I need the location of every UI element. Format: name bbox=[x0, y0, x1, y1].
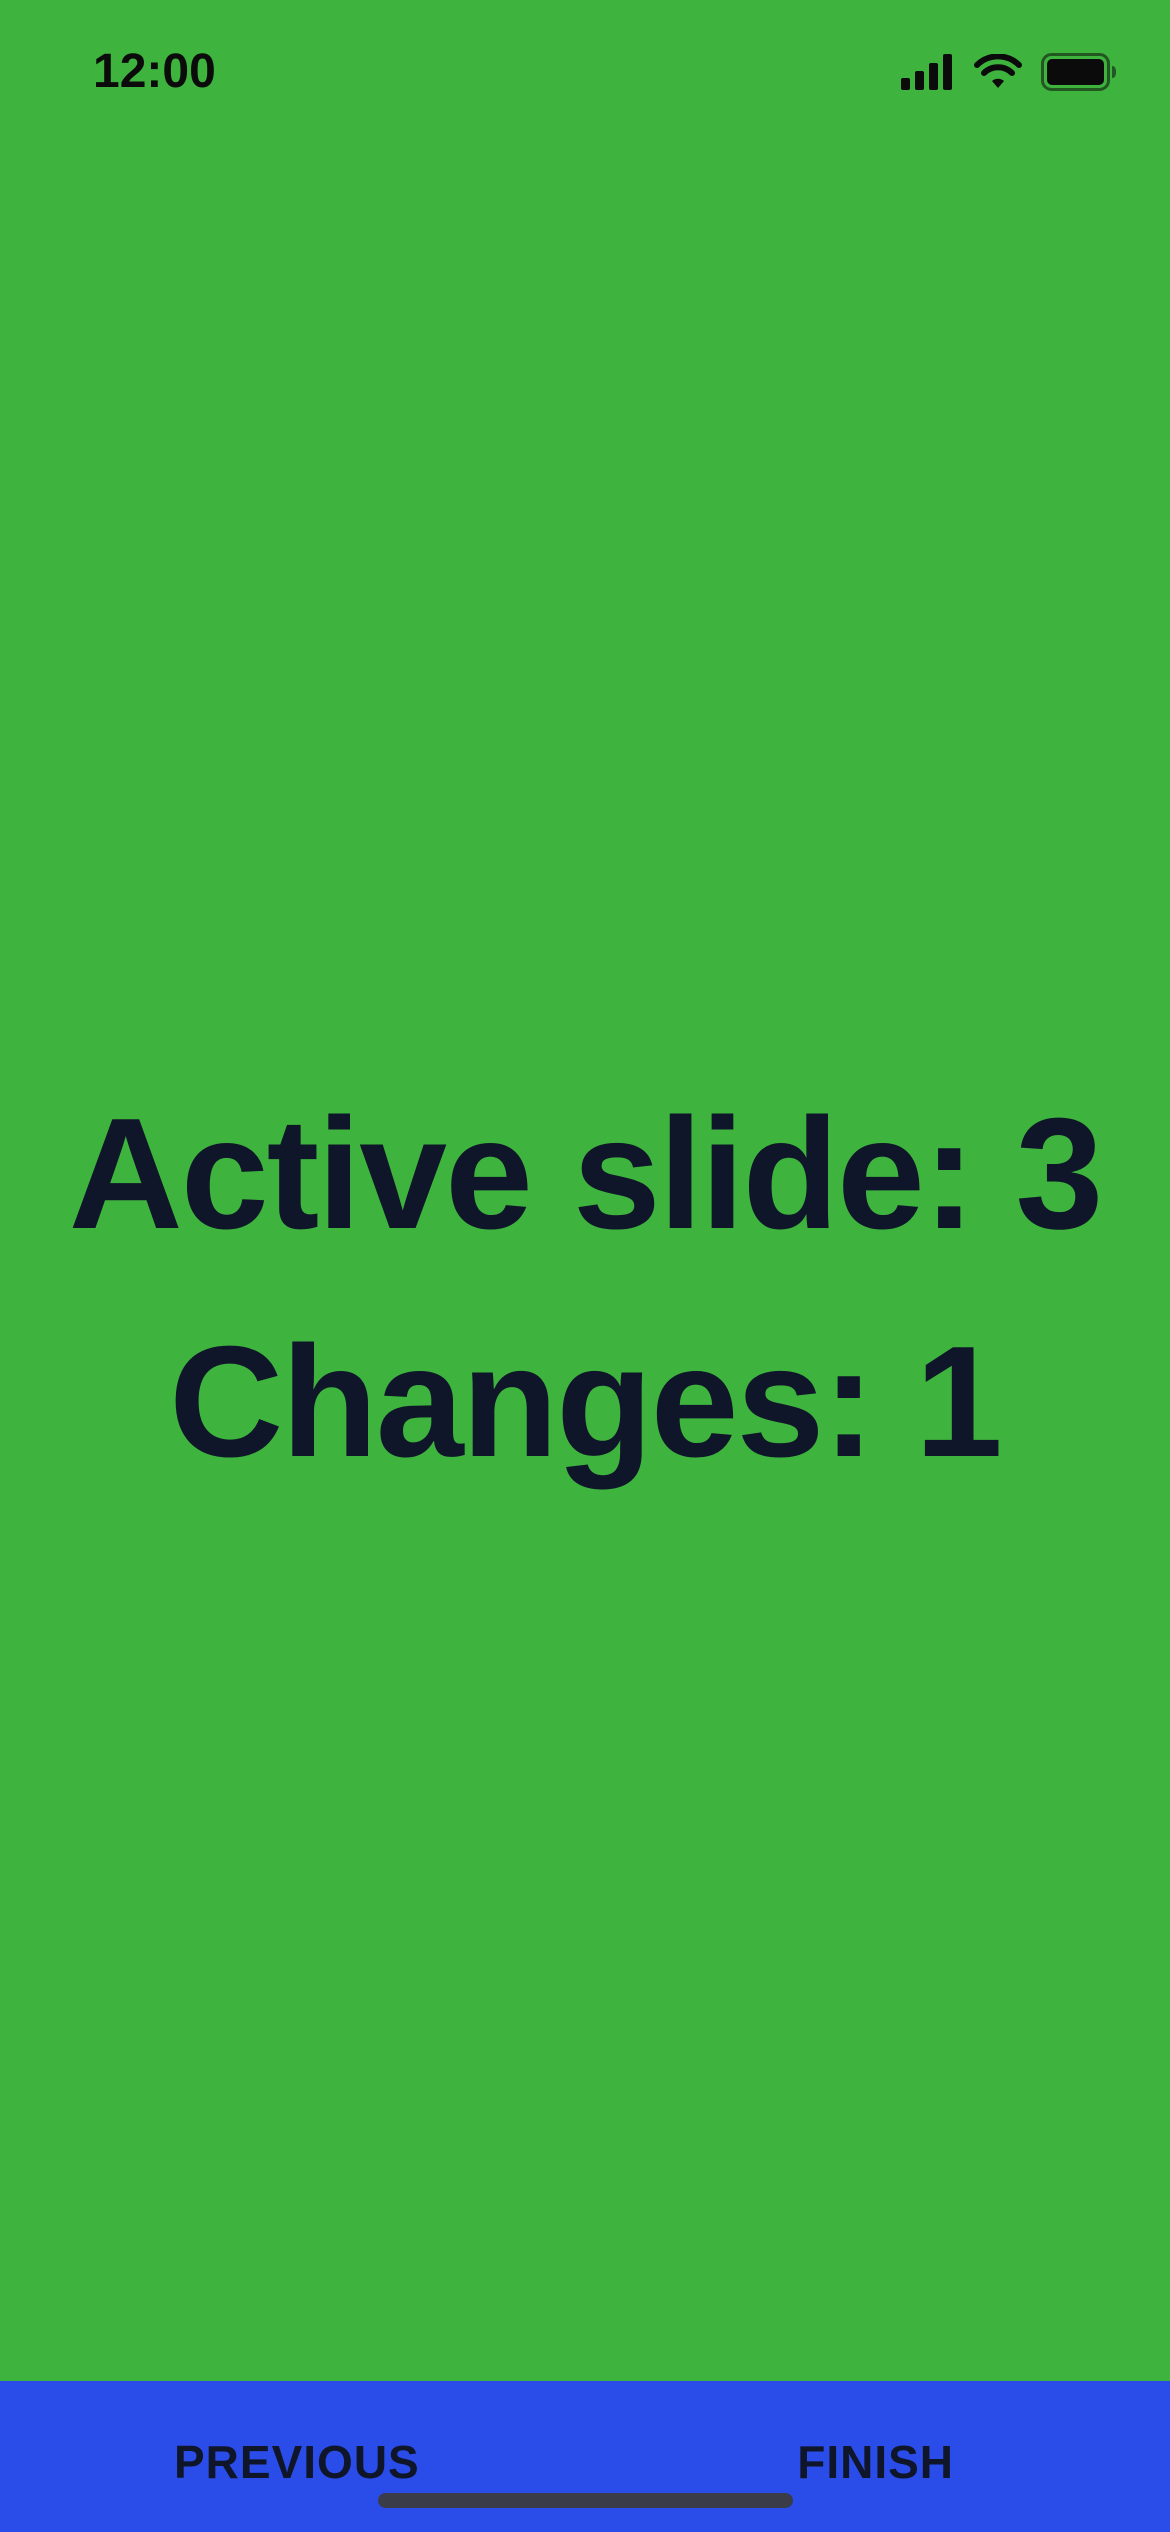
slide-content: Active slide: 3 Changes: 1 bbox=[0, 1060, 1170, 1516]
status-bar: 12:00 bbox=[0, 0, 1170, 150]
screen: 12:00 Active slide: 3 Changes: 1 PREVIOU… bbox=[0, 0, 1170, 2532]
finish-button[interactable]: FINISH bbox=[797, 2435, 954, 2489]
bottom-navigation-bar: PREVIOUS FINISH bbox=[0, 2381, 1170, 2532]
status-time: 12:00 bbox=[93, 45, 216, 98]
changes-count-text: Changes: 1 bbox=[169, 1314, 1003, 1490]
active-slide-text: Active slide: 3 bbox=[68, 1086, 1104, 1262]
status-icons bbox=[901, 52, 1117, 92]
home-indicator[interactable] bbox=[378, 2493, 793, 2508]
wifi-icon bbox=[973, 54, 1023, 90]
cellular-signal-icon bbox=[901, 54, 955, 90]
previous-button[interactable]: PREVIOUS bbox=[174, 2435, 420, 2489]
battery-icon bbox=[1041, 53, 1117, 91]
